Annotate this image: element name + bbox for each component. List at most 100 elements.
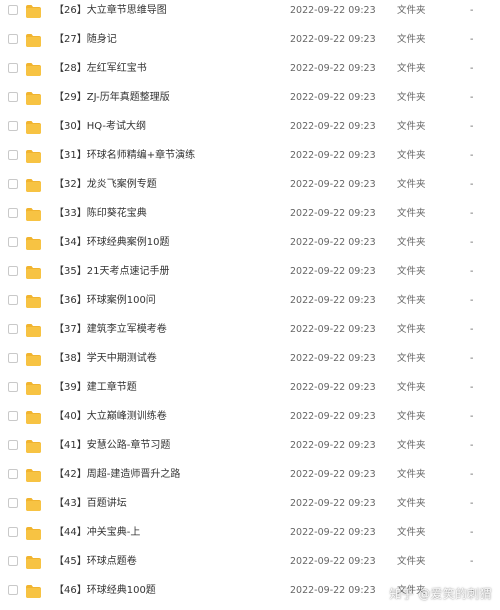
folder-row[interactable]: 【39】建工章节题 2022-09-22 09:23 文件夹 - <box>0 374 500 403</box>
file-list: 【26】大立章节思维导图 2022-09-22 09:23 文件夹 - 【27】随身记 2… <box>0 0 500 606</box>
folder-row[interactable]: 【36】环球案例100问 2022-09-22 09:23 文件夹 - <box>0 287 500 316</box>
row-checkbox[interactable] <box>8 34 18 44</box>
folder-name[interactable]: 【43】百题讲坛 <box>54 497 127 510</box>
folder-icon <box>26 177 41 192</box>
folder-row[interactable]: 【45】环球点题卷 2022-09-22 09:23 文件夹 - <box>0 548 500 577</box>
folder-name[interactable]: 【41】安慧公路-章节习题 <box>54 439 170 452</box>
modified-date: 2022-09-22 09:23 <box>290 411 376 422</box>
modified-date: 2022-09-22 09:23 <box>290 266 376 277</box>
modified-date: 2022-09-22 09:23 <box>290 63 376 74</box>
row-checkbox[interactable] <box>8 469 18 479</box>
file-type: 文件夹 <box>397 179 426 190</box>
folder-row[interactable]: 【26】大立章节思维导图 2022-09-22 09:23 文件夹 - <box>0 0 500 26</box>
folder-row[interactable]: 【34】环球经典案例10题 2022-09-22 09:23 文件夹 - <box>0 229 500 258</box>
folder-row[interactable]: 【38】学天中期测试卷 2022-09-22 09:23 文件夹 - <box>0 345 500 374</box>
folder-icon <box>26 525 41 540</box>
file-size: - <box>470 527 474 538</box>
folder-row[interactable]: 【29】ZJ-历年真题整理版 2022-09-22 09:23 文件夹 - <box>0 84 500 113</box>
folder-row[interactable]: 【33】陈印葵花宝典 2022-09-22 09:23 文件夹 - <box>0 200 500 229</box>
folder-name[interactable]: 【27】随身记 <box>54 33 117 46</box>
folder-name[interactable]: 【32】龙炎飞案例专题 <box>54 178 157 191</box>
row-checkbox[interactable] <box>8 5 18 15</box>
folder-icon <box>26 554 41 569</box>
modified-date: 2022-09-22 09:23 <box>290 382 376 393</box>
row-checkbox[interactable] <box>8 353 18 363</box>
folder-row[interactable]: 【31】环球名师精编+章节演练 2022-09-22 09:23 文件夹 - <box>0 142 500 171</box>
folder-row[interactable]: 【40】大立巅峰测训练卷 2022-09-22 09:23 文件夹 - <box>0 403 500 432</box>
folder-name[interactable]: 【37】建筑李立军模考卷 <box>54 323 167 336</box>
file-size: - <box>470 411 474 422</box>
folder-icon <box>26 351 41 366</box>
folder-name[interactable]: 【31】环球名师精编+章节演练 <box>54 149 195 162</box>
row-checkbox[interactable] <box>8 150 18 160</box>
file-size: - <box>470 5 474 16</box>
row-checkbox[interactable] <box>8 556 18 566</box>
row-checkbox[interactable] <box>8 585 18 595</box>
folder-name[interactable]: 【45】环球点题卷 <box>54 555 137 568</box>
folder-name[interactable]: 【28】左红军红宝书 <box>54 62 147 75</box>
folder-name[interactable]: 【29】ZJ-历年真题整理版 <box>54 91 170 104</box>
row-checkbox[interactable] <box>8 411 18 421</box>
row-checkbox[interactable] <box>8 121 18 131</box>
row-checkbox[interactable] <box>8 266 18 276</box>
folder-row[interactable]: 【35】21天考点速记手册 2022-09-22 09:23 文件夹 - <box>0 258 500 287</box>
file-type: 文件夹 <box>397 527 426 538</box>
folder-name[interactable]: 【26】大立章节思维导图 <box>54 4 167 17</box>
folder-name[interactable]: 【39】建工章节题 <box>54 381 137 394</box>
row-checkbox[interactable] <box>8 63 18 73</box>
file-size: - <box>470 556 474 567</box>
file-size: - <box>470 208 474 219</box>
folder-row[interactable]: 【43】百题讲坛 2022-09-22 09:23 文件夹 - <box>0 490 500 519</box>
modified-date: 2022-09-22 09:23 <box>290 237 376 248</box>
folder-name[interactable]: 【42】周超-建造师晋升之路 <box>54 468 180 481</box>
modified-date: 2022-09-22 09:23 <box>290 34 376 45</box>
folder-row[interactable]: 【28】左红军红宝书 2022-09-22 09:23 文件夹 - <box>0 55 500 84</box>
folder-name[interactable]: 【34】环球经典案例10题 <box>54 236 169 249</box>
row-checkbox[interactable] <box>8 440 18 450</box>
folder-name[interactable]: 【38】学天中期测试卷 <box>54 352 157 365</box>
row-checkbox[interactable] <box>8 237 18 247</box>
folder-row[interactable]: 【30】HQ-考试大纲 2022-09-22 09:23 文件夹 - <box>0 113 500 142</box>
file-type: 文件夹 <box>397 440 426 451</box>
watermark: 知乎 @爱笑的刺猬 <box>389 587 492 601</box>
row-checkbox[interactable] <box>8 324 18 334</box>
row-checkbox[interactable] <box>8 179 18 189</box>
folder-icon <box>26 496 41 511</box>
folder-name[interactable]: 【35】21天考点速记手册 <box>54 265 169 278</box>
folder-icon <box>26 61 41 76</box>
folder-name[interactable]: 【36】环球案例100问 <box>54 294 156 307</box>
file-size: - <box>470 324 474 335</box>
file-type: 文件夹 <box>397 208 426 219</box>
file-type: 文件夹 <box>397 121 426 132</box>
row-checkbox[interactable] <box>8 527 18 537</box>
file-type: 文件夹 <box>397 498 426 509</box>
folder-name[interactable]: 【33】陈印葵花宝典 <box>54 207 147 220</box>
folder-icon <box>26 467 41 482</box>
folder-icon <box>26 322 41 337</box>
folder-row[interactable]: 【42】周超-建造师晋升之路 2022-09-22 09:23 文件夹 - <box>0 461 500 490</box>
file-size: - <box>470 92 474 103</box>
folder-row[interactable]: 【27】随身记 2022-09-22 09:23 文件夹 - <box>0 26 500 55</box>
file-size: - <box>470 150 474 161</box>
row-checkbox[interactable] <box>8 382 18 392</box>
row-checkbox[interactable] <box>8 295 18 305</box>
folder-name[interactable]: 【30】HQ-考试大纲 <box>54 120 146 133</box>
folder-row[interactable]: 【37】建筑李立军模考卷 2022-09-22 09:23 文件夹 - <box>0 316 500 345</box>
modified-date: 2022-09-22 09:23 <box>290 295 376 306</box>
folder-icon <box>26 264 41 279</box>
row-checkbox[interactable] <box>8 498 18 508</box>
folder-row[interactable]: 【41】安慧公路-章节习题 2022-09-22 09:23 文件夹 - <box>0 432 500 461</box>
modified-date: 2022-09-22 09:23 <box>290 440 376 451</box>
row-checkbox[interactable] <box>8 92 18 102</box>
modified-date: 2022-09-22 09:23 <box>290 353 376 364</box>
folder-icon <box>26 148 41 163</box>
row-checkbox[interactable] <box>8 208 18 218</box>
folder-name[interactable]: 【40】大立巅峰测训练卷 <box>54 410 167 423</box>
folder-row[interactable]: 【32】龙炎飞案例专题 2022-09-22 09:23 文件夹 - <box>0 171 500 200</box>
folder-icon <box>26 90 41 105</box>
folder-name[interactable]: 【44】冲关宝典-上 <box>54 526 140 539</box>
folder-row[interactable]: 【44】冲关宝典-上 2022-09-22 09:23 文件夹 - <box>0 519 500 548</box>
modified-date: 2022-09-22 09:23 <box>290 179 376 190</box>
file-size: - <box>470 179 474 190</box>
folder-name[interactable]: 【46】环球经典100题 <box>54 584 156 597</box>
